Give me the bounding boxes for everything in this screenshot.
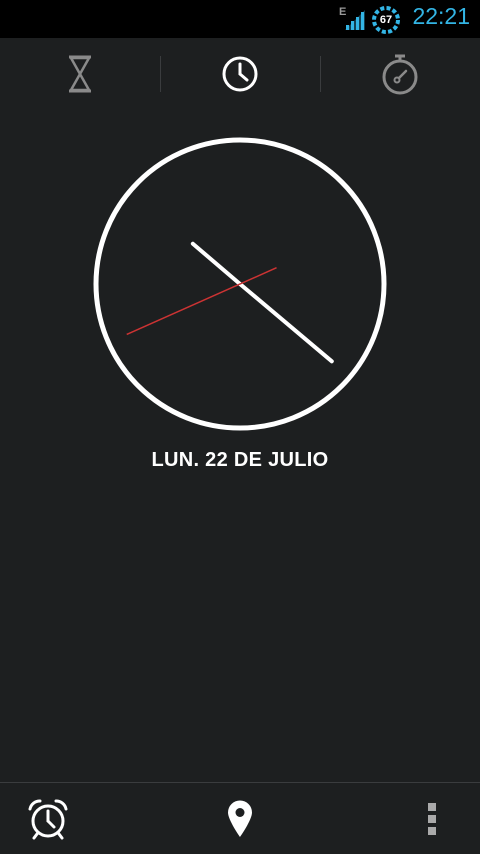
- alarms-button[interactable]: [0, 783, 96, 854]
- second-hand: [126, 267, 277, 336]
- date-label: LUN. 22 DE JULIO: [151, 449, 329, 471]
- tab-bar: [0, 38, 480, 110]
- battery-level-text: 67: [379, 14, 393, 26]
- alarm-clock-icon: [28, 799, 68, 840]
- tab-timer[interactable]: [0, 38, 160, 110]
- stopwatch-icon: [382, 54, 418, 95]
- tab-stopwatch[interactable]: [320, 38, 480, 110]
- status-clock: 22:21: [412, 3, 470, 29]
- cities-button[interactable]: [192, 783, 288, 854]
- hourglass-icon: [69, 55, 91, 93]
- overflow-menu-icon: [428, 803, 436, 835]
- bottom-action-bar: [0, 782, 480, 854]
- status-bar: E 67 22:21: [0, 0, 480, 38]
- deskclock-screen: E 67 22:21 LUN. 22 DE JULIO: [0, 0, 480, 854]
- clock-icon: [222, 56, 258, 92]
- signal-strength-icon: [345, 10, 365, 30]
- overflow-menu-button[interactable]: [384, 783, 480, 854]
- tab-clock[interactable]: [160, 38, 320, 110]
- minute-hand: [238, 282, 334, 364]
- hour-hand: [190, 241, 242, 286]
- map-pin-icon: [228, 800, 252, 837]
- analog-clock: [93, 137, 387, 431]
